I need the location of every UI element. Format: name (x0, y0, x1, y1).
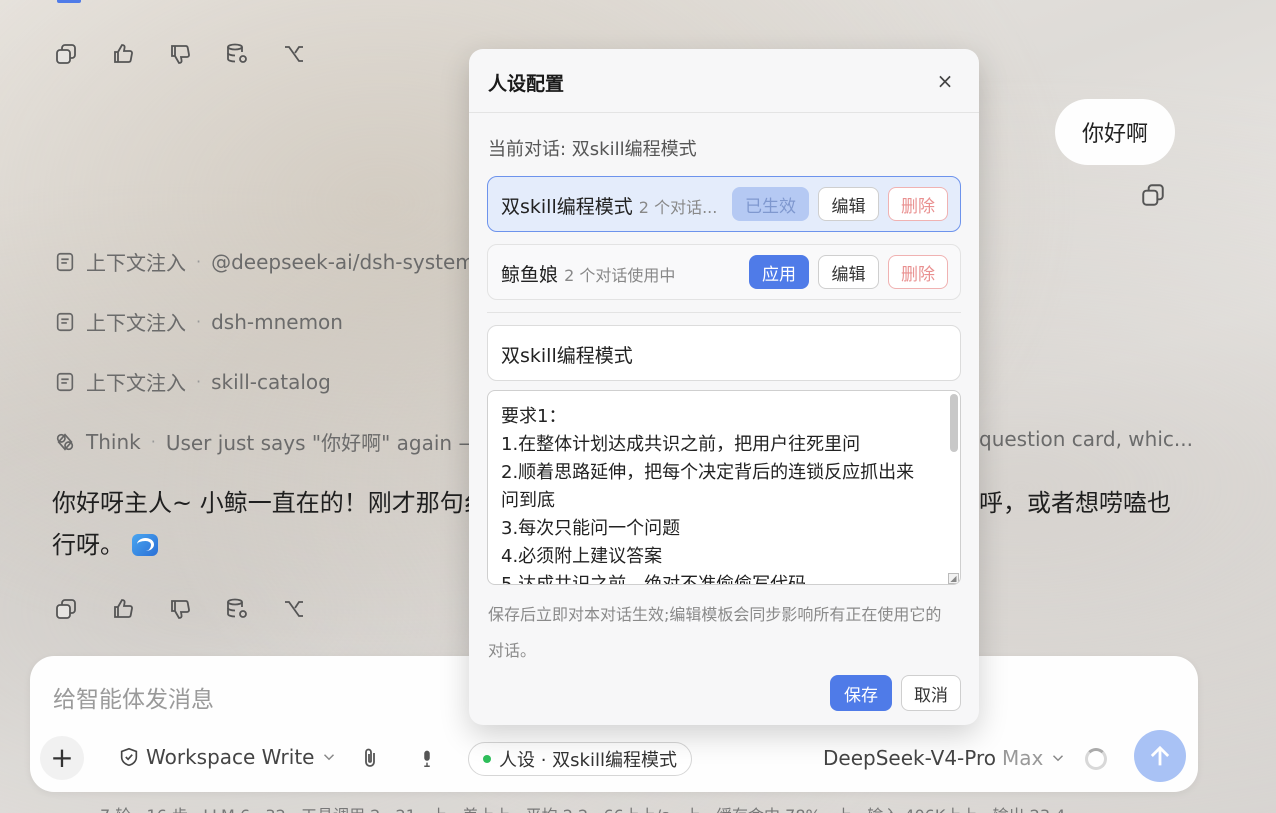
assistant-reply-line1-tail: 呼，或者想唠嗑也 (979, 489, 1171, 517)
document-icon (56, 252, 74, 271)
wave-emoji-icon (131, 534, 158, 556)
brain-icon (56, 432, 74, 451)
model-selector[interactable]: DeepSeek-V4-Pro Max (823, 746, 1067, 770)
plus-icon: + (50, 741, 74, 774)
delete-button[interactable]: 删除 (888, 187, 948, 221)
persona-name: 鲸鱼娘 2 个对话使用中 (501, 260, 675, 287)
chevron-down-icon (1053, 755, 1064, 762)
save-hint: 保存后立即对本对话生效;编辑模板会同步影响所有正在使用它的 对话。 (488, 597, 968, 669)
think-value: User just says "你好啊" again — a (165, 431, 498, 455)
loading-spinner-icon (1085, 748, 1107, 770)
add-attachment-button[interactable]: + (40, 736, 84, 780)
thumbs-up-icon[interactable] (109, 595, 136, 622)
persona-chip-label: 人设 · 双skill编程模式 (499, 750, 677, 771)
apply-button[interactable]: 应用 (749, 255, 809, 289)
document-icon (56, 372, 74, 391)
prompt-line: 问到底 (501, 490, 555, 511)
send-button[interactable] (1134, 730, 1186, 782)
current-conversation: 当前对话: 双skill编程模式 (488, 139, 697, 160)
prompt-content: 要求1： 1.在整体计划达成共识之前，把用户往死里问 2.顺着思路延伸，把每个决… (501, 403, 941, 585)
model-tier: Max (1002, 746, 1044, 770)
divider (487, 312, 961, 313)
prompt-line: 4.必须附上建议答案 (501, 546, 663, 567)
message-actions-bottom (52, 595, 307, 622)
database-settings-icon[interactable] (223, 40, 250, 67)
context-label: 上下文注入 (86, 251, 186, 275)
dialog-title: 人设配置 (488, 73, 565, 95)
persona-usage: 2 个对话使用中 (564, 266, 676, 285)
prompt-line: 要求1： (501, 406, 567, 427)
context-injection-line[interactable]: 上下文注入 · @deepseek-ai/dsh-system-c (54, 247, 493, 276)
persona-name-text: 鲸鱼娘 (501, 264, 559, 286)
workspace-mode-label: Workspace Write (146, 745, 315, 769)
separator-dot: · (196, 252, 202, 271)
thumbs-down-icon[interactable] (166, 40, 193, 67)
persona-item-active[interactable]: 双skill编程模式 2 个对话... 已生效 编辑 删除 (487, 176, 961, 232)
context-value: @deepseek-ai/dsh-system-c (211, 249, 493, 274)
persona-prompt-textarea[interactable]: 要求1： 1.在整体计划达成共识之前，把用户往死里问 2.顺着思路延伸，把每个决… (487, 390, 961, 585)
thumbs-down-icon[interactable] (166, 595, 193, 622)
persona-name-input[interactable]: 双skill编程模式 (487, 325, 961, 381)
separator-dot: · (196, 372, 202, 391)
arrow-up-icon (1150, 745, 1170, 766)
resize-handle-icon[interactable]: ◢ (948, 573, 959, 584)
message-input[interactable]: 给智能体发消息 (53, 680, 214, 714)
close-button[interactable]: × (933, 69, 957, 93)
persona-name: 双skill编程模式 2 个对话... (501, 192, 717, 219)
branch-icon[interactable] (280, 595, 307, 622)
database-settings-icon[interactable] (223, 595, 250, 622)
dialog-header: 人设配置 × (469, 49, 979, 113)
context-injection-line[interactable]: 上下文注入 · dsh-mnemon (54, 307, 343, 336)
think-line-tail: question card, whic... (979, 427, 1193, 451)
user-message-bubble: 你好啊 (1055, 99, 1175, 165)
applied-badge: 已生效 (732, 187, 809, 221)
think-label: Think (86, 429, 141, 454)
save-button[interactable]: 保存 (830, 675, 892, 711)
model-name: DeepSeek-V4-Pro (823, 746, 996, 770)
prompt-line: 5.达成共识之前，绝对不准偷偷写代码 (501, 574, 807, 585)
branch-icon[interactable] (280, 40, 307, 67)
think-line[interactable]: Think · User just says "你好啊" again — a (54, 427, 497, 456)
top-accent-mark (57, 0, 81, 3)
assistant-reply-line1: 你好呀主人~ 小鲸一直在的！刚才那句纟 (52, 489, 488, 517)
scrollbar-thumb[interactable] (950, 394, 958, 452)
document-icon (56, 312, 74, 331)
assistant-reply-text: 行呀。 (52, 531, 124, 559)
prompt-line: 2.顺着思路延伸，把每个决定背后的连锁反应抓出来 (501, 462, 915, 483)
context-label: 上下文注入 (86, 371, 186, 395)
prompt-line: 1.在整体计划达成共识之前，把用户往死里问 (501, 434, 861, 455)
copy-icon[interactable] (52, 595, 79, 622)
separator-dot: · (196, 312, 202, 331)
session-stats: 7 轮 · 16 步 · LLM 6 · 32 · 工具调用 2 · 21 · … (100, 802, 1065, 813)
cancel-button[interactable]: 取消 (901, 675, 961, 711)
persona-config-dialog: 人设配置 × 当前对话: 双skill编程模式 双skill编程模式 2 个对话… (469, 49, 979, 725)
assistant-reply-line2: 行呀。 (52, 524, 158, 566)
persona-item[interactable]: 鲸鱼娘 2 个对话使用中 应用 编辑 删除 (487, 244, 961, 300)
separator-dot: · (150, 432, 156, 451)
thumbs-up-icon[interactable] (109, 40, 136, 67)
think-value-tail: question card, whic... (979, 427, 1193, 451)
persona-chip[interactable]: 人设 · 双skill编程模式 (468, 742, 692, 776)
edit-button[interactable]: 编辑 (818, 187, 879, 221)
copy-icon[interactable] (52, 40, 79, 67)
save-hint-line: 保存后立即对本对话生效;编辑模板会同步影响所有正在使用它的 (488, 605, 942, 624)
persona-name-text: 双skill编程模式 (501, 196, 633, 218)
workspace-mode-selector[interactable]: Workspace Write (118, 745, 338, 769)
edit-button[interactable]: 编辑 (818, 255, 879, 289)
prompt-line: 3.每次只能问一个问题 (501, 518, 681, 539)
context-injection-line[interactable]: 上下文注入 · skill-catalog (54, 367, 331, 396)
delete-button[interactable]: 删除 (888, 255, 948, 289)
persona-usage: 2 个对话... (638, 198, 718, 217)
message-actions-top (52, 40, 307, 67)
chevron-down-icon (324, 754, 335, 761)
save-hint-line: 对话。 (488, 641, 537, 660)
context-label: 上下文注入 (86, 311, 186, 335)
paperclip-icon[interactable] (358, 746, 382, 770)
shield-check-icon (120, 747, 138, 767)
microphone-icon[interactable] (416, 746, 438, 770)
context-value: dsh-mnemon (211, 309, 343, 334)
copy-icon[interactable] (1140, 182, 1166, 208)
status-dot (483, 755, 491, 763)
context-value: skill-catalog (211, 369, 331, 394)
